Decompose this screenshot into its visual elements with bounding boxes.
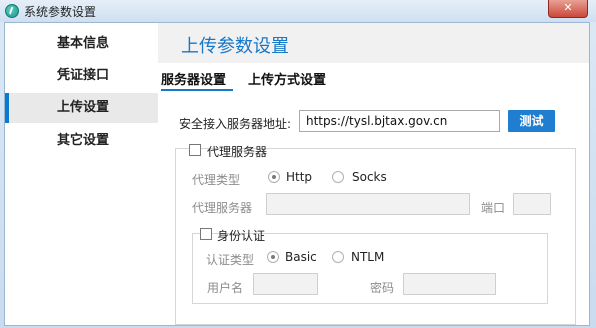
- server-address-input[interactable]: https://tysl.bjtax.gov.cn: [299, 110, 500, 132]
- proxy-type-http-label: Http: [286, 170, 313, 184]
- proxy-port-label: 端口: [481, 201, 506, 215]
- proxy-server-label: 代理服务器: [192, 201, 253, 215]
- main-panel: 上传参数设置 服务器设置 上传方式设置 安全接入服务器地址: https://t…: [158, 23, 589, 325]
- proxy-type-socks-label: Socks: [352, 170, 387, 184]
- sidebar-item-other-settings[interactable]: 其它设置: [5, 126, 158, 156]
- server-address-label: 安全接入服务器地址:: [179, 117, 292, 131]
- window-title: 系统参数设置: [24, 5, 97, 19]
- proxy-checkbox-label: 代理服务器: [207, 145, 268, 159]
- header-band: 上传参数设置: [158, 23, 589, 63]
- settings-window: 系统参数设置 ✕ 基本信息 凭证接口 上传设置 其它设置 上传参数设置 服务器设…: [0, 0, 596, 328]
- active-tab-indicator: [161, 89, 233, 91]
- close-button[interactable]: ✕: [548, 0, 588, 18]
- page-title: 上传参数设置: [181, 36, 289, 57]
- tab-upload-method-settings[interactable]: 上传方式设置: [248, 69, 326, 88]
- proxy-checkbox[interactable]: [189, 144, 201, 156]
- auth-type-ntlm-radio[interactable]: [332, 251, 344, 263]
- proxy-type-label: 代理类型: [192, 173, 241, 187]
- proxy-type-socks-radio[interactable]: [332, 171, 344, 183]
- sidebar: 基本信息 凭证接口 上传设置 其它设置: [5, 23, 158, 325]
- auth-type-basic-radio[interactable]: [267, 251, 279, 263]
- auth-checkbox[interactable]: [200, 228, 212, 240]
- auth-type-ntlm-label: NTLM: [351, 250, 385, 264]
- proxy-server-input[interactable]: [266, 193, 470, 215]
- sidebar-item-voucher-interface[interactable]: 凭证接口: [5, 61, 158, 91]
- sidebar-item-basic-info[interactable]: 基本信息: [5, 29, 158, 59]
- test-button[interactable]: 测试: [508, 110, 555, 132]
- sidebar-item-upload-settings[interactable]: 上传设置: [5, 93, 158, 123]
- password-label: 密码: [370, 281, 395, 295]
- title-bar: 系统参数设置 ✕: [0, 0, 596, 22]
- username-label: 用户名: [207, 281, 244, 295]
- proxy-port-input[interactable]: [513, 193, 551, 215]
- window-content: 基本信息 凭证接口 上传设置 其它设置 上传参数设置 服务器设置 上传方式设置 …: [4, 22, 590, 326]
- auth-type-basic-label: Basic: [285, 250, 317, 264]
- auth-type-label: 认证类型: [206, 253, 255, 267]
- app-icon: [5, 4, 19, 18]
- username-input[interactable]: [253, 273, 318, 295]
- auth-checkbox-label: 身份认证: [217, 229, 266, 243]
- tab-server-settings[interactable]: 服务器设置: [161, 69, 226, 88]
- password-input[interactable]: [403, 273, 496, 295]
- proxy-type-http-radio[interactable]: [268, 171, 280, 183]
